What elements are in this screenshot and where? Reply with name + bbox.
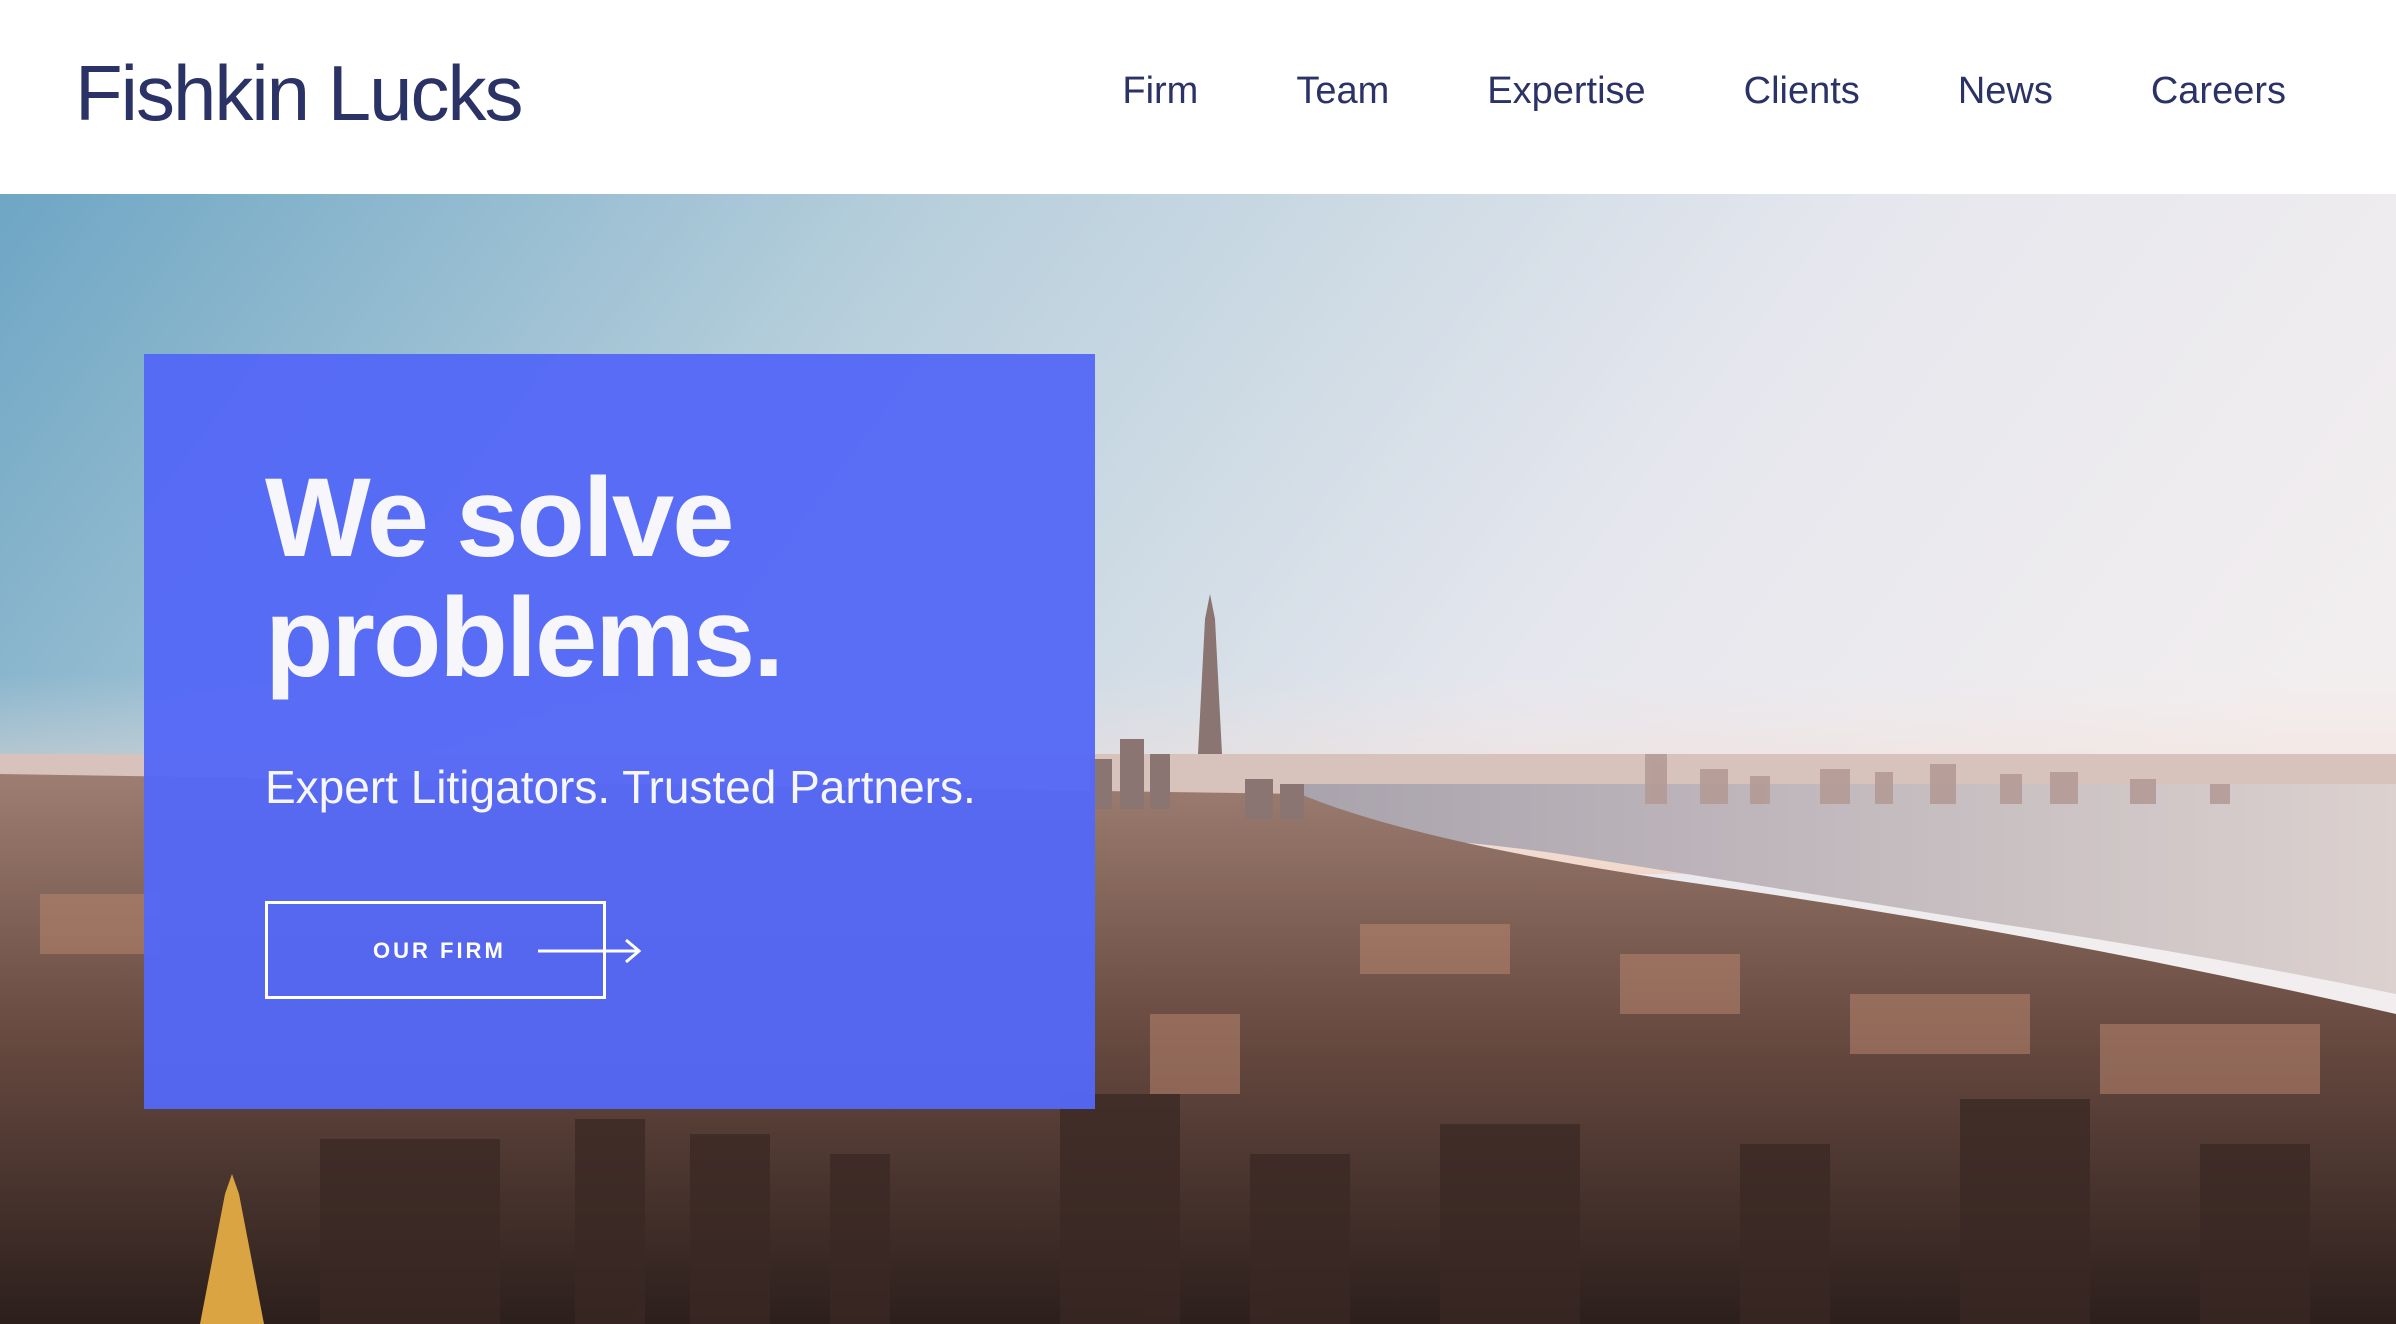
- arrow-right-icon: [538, 938, 642, 964]
- nav-item-news[interactable]: News: [1958, 70, 2053, 113]
- our-firm-button-label: OUR FIRM: [373, 938, 506, 963]
- hero-subhead: Expert Litigators. Trusted Partners.: [265, 761, 976, 813]
- our-firm-button[interactable]: OUR FIRM: [265, 901, 642, 999]
- nav-item-team[interactable]: Team: [1296, 70, 1389, 113]
- hero-card: We solve problems. Expert Litigators. Tr…: [144, 354, 1095, 1109]
- nav-item-expertise[interactable]: Expertise: [1487, 70, 1645, 113]
- hero-headline-line1: We solve: [265, 455, 734, 580]
- hero-section: We solve problems. Expert Litigators. Tr…: [0, 194, 2396, 1324]
- site-header: Fishkin Lucks Firm Team Expertise Client…: [0, 0, 2396, 194]
- hero-headline: We solve problems.: [265, 458, 1045, 698]
- nav-item-firm[interactable]: Firm: [1122, 70, 1198, 113]
- hero-headline-line2: problems.: [265, 575, 784, 700]
- main-nav: Firm Team Expertise Clients News Careers: [1122, 70, 2286, 113]
- nav-item-clients[interactable]: Clients: [1744, 70, 1860, 113]
- nav-item-careers[interactable]: Careers: [2151, 70, 2286, 113]
- site-logo[interactable]: Fishkin Lucks: [75, 48, 523, 139]
